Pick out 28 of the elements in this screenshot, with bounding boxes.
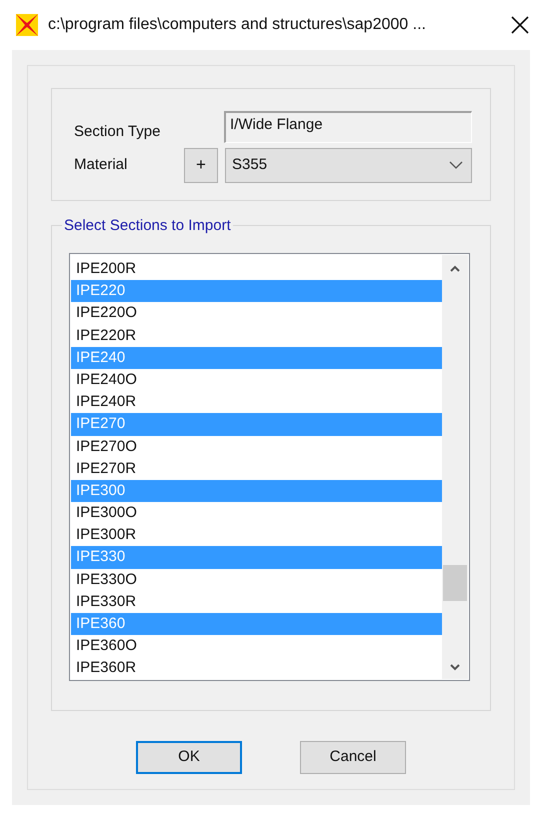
- add-material-button[interactable]: +: [184, 148, 218, 182]
- material-label: Material: [74, 154, 128, 175]
- dialog-button[interactable]: OK: [136, 741, 242, 774]
- list-item[interactable]: IPE220R: [71, 324, 442, 347]
- scrollbar-thumb[interactable]: [443, 565, 467, 601]
- list-item[interactable]: IPE240O: [71, 368, 442, 392]
- list-item[interactable]: IPE220O: [71, 302, 442, 325]
- list-item[interactable]: IPE300R: [71, 524, 442, 546]
- list-item[interactable]: IPE200R: [71, 258, 442, 280]
- material-dropdown[interactable]: S355: [225, 148, 472, 182]
- list-item[interactable]: IPE360O: [71, 635, 442, 658]
- list-item[interactable]: IPE270O: [71, 436, 442, 458]
- window-title: c:\program files\computers and structures\sap2000 ...: [48, 15, 426, 35]
- list-item[interactable]: IPE270R: [71, 458, 442, 480]
- close-icon[interactable]: [511, 16, 529, 34]
- chevron-down-icon: [449, 161, 463, 169]
- section-type-label: Section Type: [74, 122, 162, 142]
- scroll-down-icon[interactable]: [450, 664, 460, 671]
- list-item[interactable]: IPE240R: [71, 391, 442, 414]
- list-item[interactable]: IPE300O: [71, 502, 442, 524]
- scrollbar[interactable]: [442, 255, 468, 679]
- scroll-up-icon[interactable]: [450, 265, 460, 272]
- dialog-button[interactable]: Cancel: [300, 741, 406, 774]
- list-item[interactable]: IPE330O: [71, 568, 442, 591]
- list-item[interactable]: IPE360R: [71, 657, 442, 680]
- app-logo-icon: [14, 12, 40, 38]
- list-item[interactable]: IPE330R: [71, 590, 442, 613]
- section-type-field: I/Wide Flange: [224, 111, 472, 144]
